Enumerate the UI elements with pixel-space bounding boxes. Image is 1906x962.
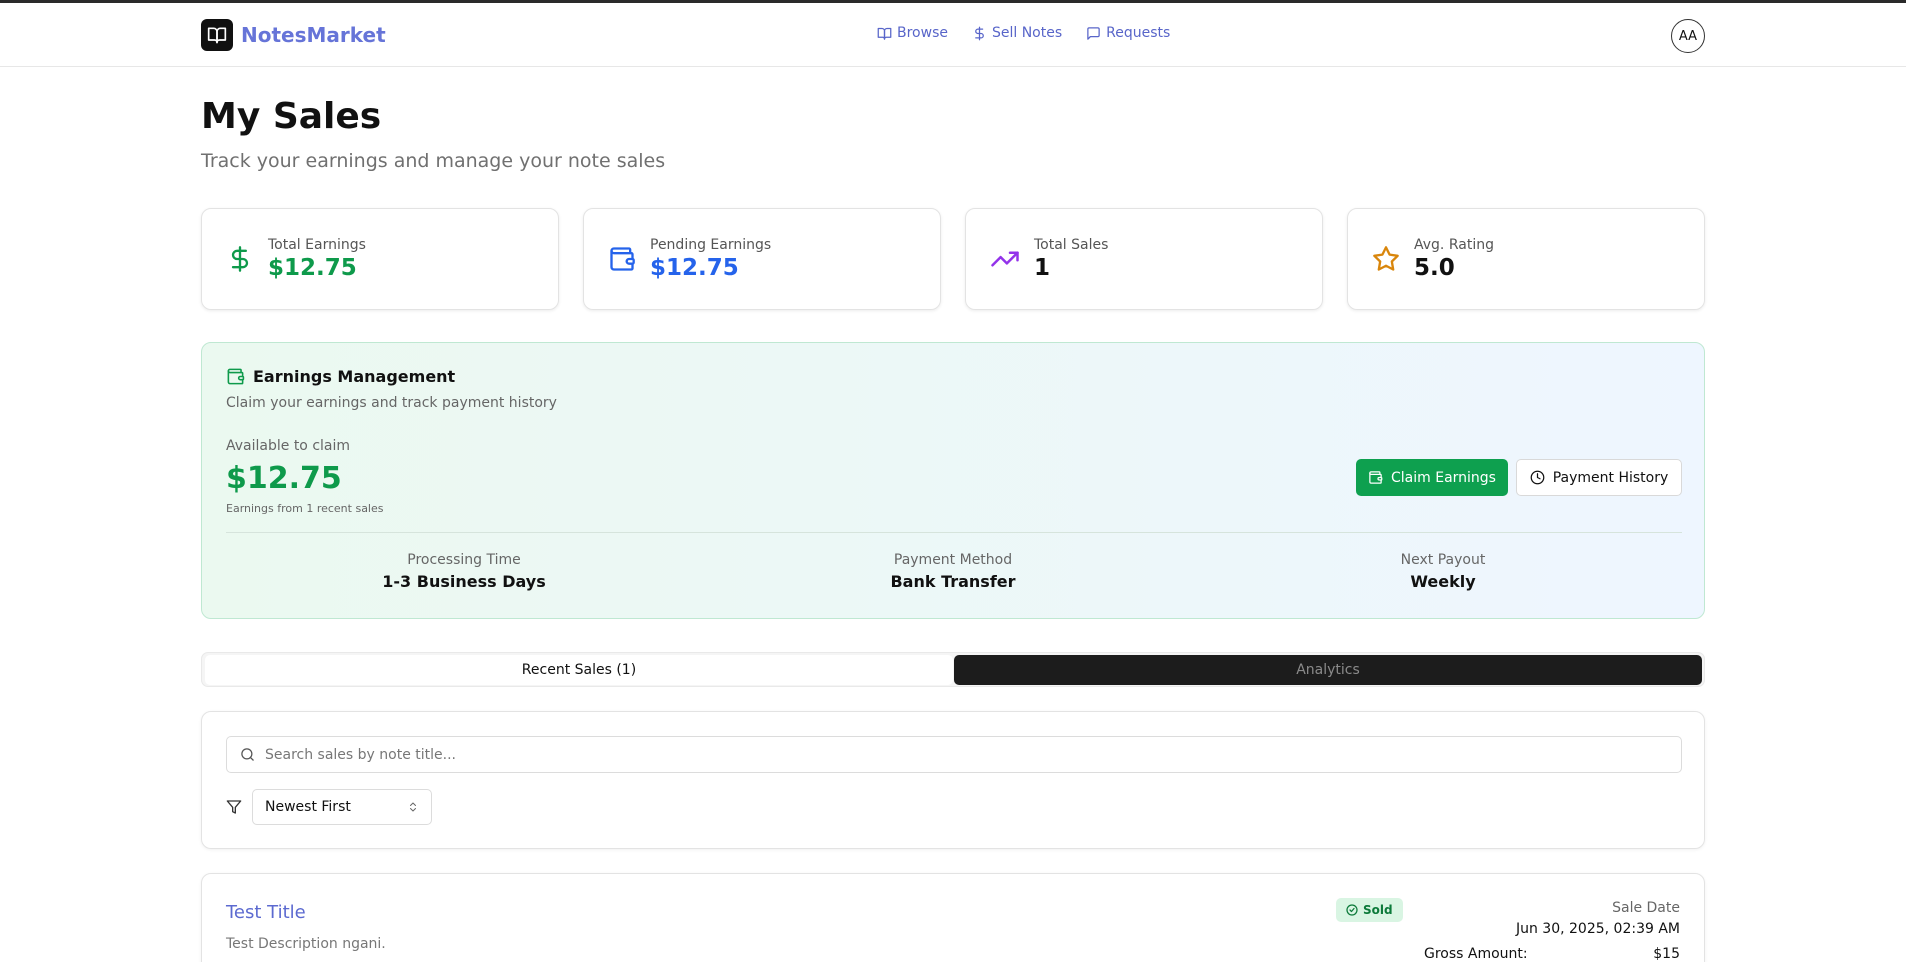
- sale-title[interactable]: Test Title: [226, 902, 306, 923]
- stat-value: $12.75: [650, 255, 739, 281]
- dollar-icon: [975, 26, 984, 40]
- stat-card-total-earnings: Total Earnings $12.75: [201, 208, 559, 310]
- gross-amount-label: Gross Amount:: [1424, 946, 1528, 962]
- wallet-icon: [1369, 471, 1383, 484]
- stat-label: Total Sales: [1034, 237, 1109, 253]
- payment-history-button[interactable]: Payment History: [1516, 459, 1682, 496]
- stat-value: 5.0: [1414, 255, 1455, 281]
- search-icon: [241, 748, 254, 761]
- app-name: NotesMarket: [241, 23, 386, 47]
- gross-amount-value: $15: [1653, 946, 1680, 962]
- sale-date-label: Sale Date: [1612, 900, 1680, 916]
- app-header: NotesMarket Browse Sell Notes Requests A…: [0, 3, 1906, 67]
- sale-description: Test Description ngani.: [226, 936, 386, 952]
- info-label: Processing Time: [407, 552, 521, 568]
- check-circle-icon: [1346, 904, 1358, 916]
- trending-up-icon: [991, 251, 1019, 267]
- main-nav: Browse Sell Notes Requests: [877, 25, 1170, 41]
- info-payment-method: Payment Method Bank Transfer: [803, 552, 1103, 591]
- filter-icon: [226, 800, 242, 814]
- divider: [226, 532, 1682, 533]
- sale-date: Jun 30, 2025, 02:39 AM: [1515, 921, 1680, 937]
- stat-card-total-sales: Total Sales 1: [965, 208, 1323, 310]
- info-value: Bank Transfer: [890, 572, 1016, 591]
- search-box: [226, 736, 1682, 773]
- available-note: Earnings from 1 recent sales: [226, 502, 384, 515]
- info-label: Next Payout: [1400, 552, 1486, 568]
- star-icon: [1373, 246, 1399, 271]
- status-badge-label: Sold: [1363, 903, 1393, 917]
- page-subtitle: Track your earnings and manage your note…: [201, 150, 666, 172]
- earnings-title: Earnings Management: [226, 367, 455, 386]
- book-open-icon: [201, 19, 233, 51]
- avatar[interactable]: AA: [1671, 19, 1705, 53]
- nav-requests[interactable]: Requests: [1086, 25, 1170, 41]
- sort-select[interactable]: Newest First: [252, 789, 432, 825]
- stat-value: $12.75: [268, 255, 357, 281]
- dollar-icon: [231, 246, 249, 272]
- message-square-icon: [1087, 26, 1100, 40]
- stat-card-pending-earnings: Pending Earnings $12.75: [583, 208, 941, 310]
- nav-browse-label: Browse: [897, 25, 948, 41]
- info-label: Payment Method: [893, 552, 1013, 568]
- search-input[interactable]: [265, 746, 1645, 763]
- stat-label: Avg. Rating: [1414, 237, 1494, 253]
- tab-recent-sales[interactable]: Recent Sales (1): [205, 655, 953, 685]
- stat-label: Pending Earnings: [650, 237, 772, 253]
- sale-card: Test Title Test Description ngani. Sold …: [201, 873, 1705, 962]
- status-badge: Sold: [1336, 898, 1403, 922]
- clock-icon: [1530, 470, 1545, 485]
- stat-card-avg-rating: Avg. Rating 5.0: [1347, 208, 1705, 310]
- earnings-title-text: Earnings Management: [253, 367, 456, 386]
- earnings-subtitle: Claim your earnings and track payment hi…: [226, 395, 557, 411]
- sales-tabs: Recent Sales (1) Analytics: [201, 652, 1705, 687]
- info-value: Weekly: [1410, 572, 1476, 591]
- info-processing-time: Processing Time 1-3 Business Days: [314, 552, 614, 591]
- wallet-icon: [610, 247, 635, 271]
- stat-label: Total Earnings: [268, 237, 366, 253]
- book-open-icon: [877, 27, 892, 40]
- payment-history-label: Payment History: [1552, 469, 1669, 486]
- tab-analytics[interactable]: Analytics: [954, 655, 1702, 685]
- page-title: My Sales: [201, 96, 382, 137]
- sort-row: Newest First: [226, 789, 432, 825]
- nav-requests-label: Requests: [1106, 25, 1171, 41]
- earnings-management-card: Earnings Management Claim your earnings …: [201, 342, 1705, 619]
- wallet-icon: [227, 368, 245, 385]
- available-label: Available to claim: [226, 438, 351, 454]
- sort-select-value: Newest First: [265, 799, 351, 815]
- chevrons-up-down-icon: [410, 802, 416, 812]
- filter-card: Newest First: [201, 711, 1705, 849]
- claim-earnings-label: Claim Earnings: [1391, 469, 1496, 486]
- available-amount: $12.75: [226, 461, 342, 496]
- info-next-payout: Next Payout Weekly: [1293, 552, 1593, 591]
- nav-sell-notes[interactable]: Sell Notes: [972, 25, 1062, 41]
- app-logo[interactable]: NotesMarket: [201, 19, 386, 51]
- stat-value: 1: [1034, 255, 1051, 281]
- nav-browse[interactable]: Browse: [877, 25, 948, 41]
- claim-earnings-button[interactable]: Claim Earnings: [1356, 459, 1508, 496]
- nav-sell-notes-label: Sell Notes: [991, 25, 1063, 41]
- info-value: 1-3 Business Days: [382, 572, 546, 591]
